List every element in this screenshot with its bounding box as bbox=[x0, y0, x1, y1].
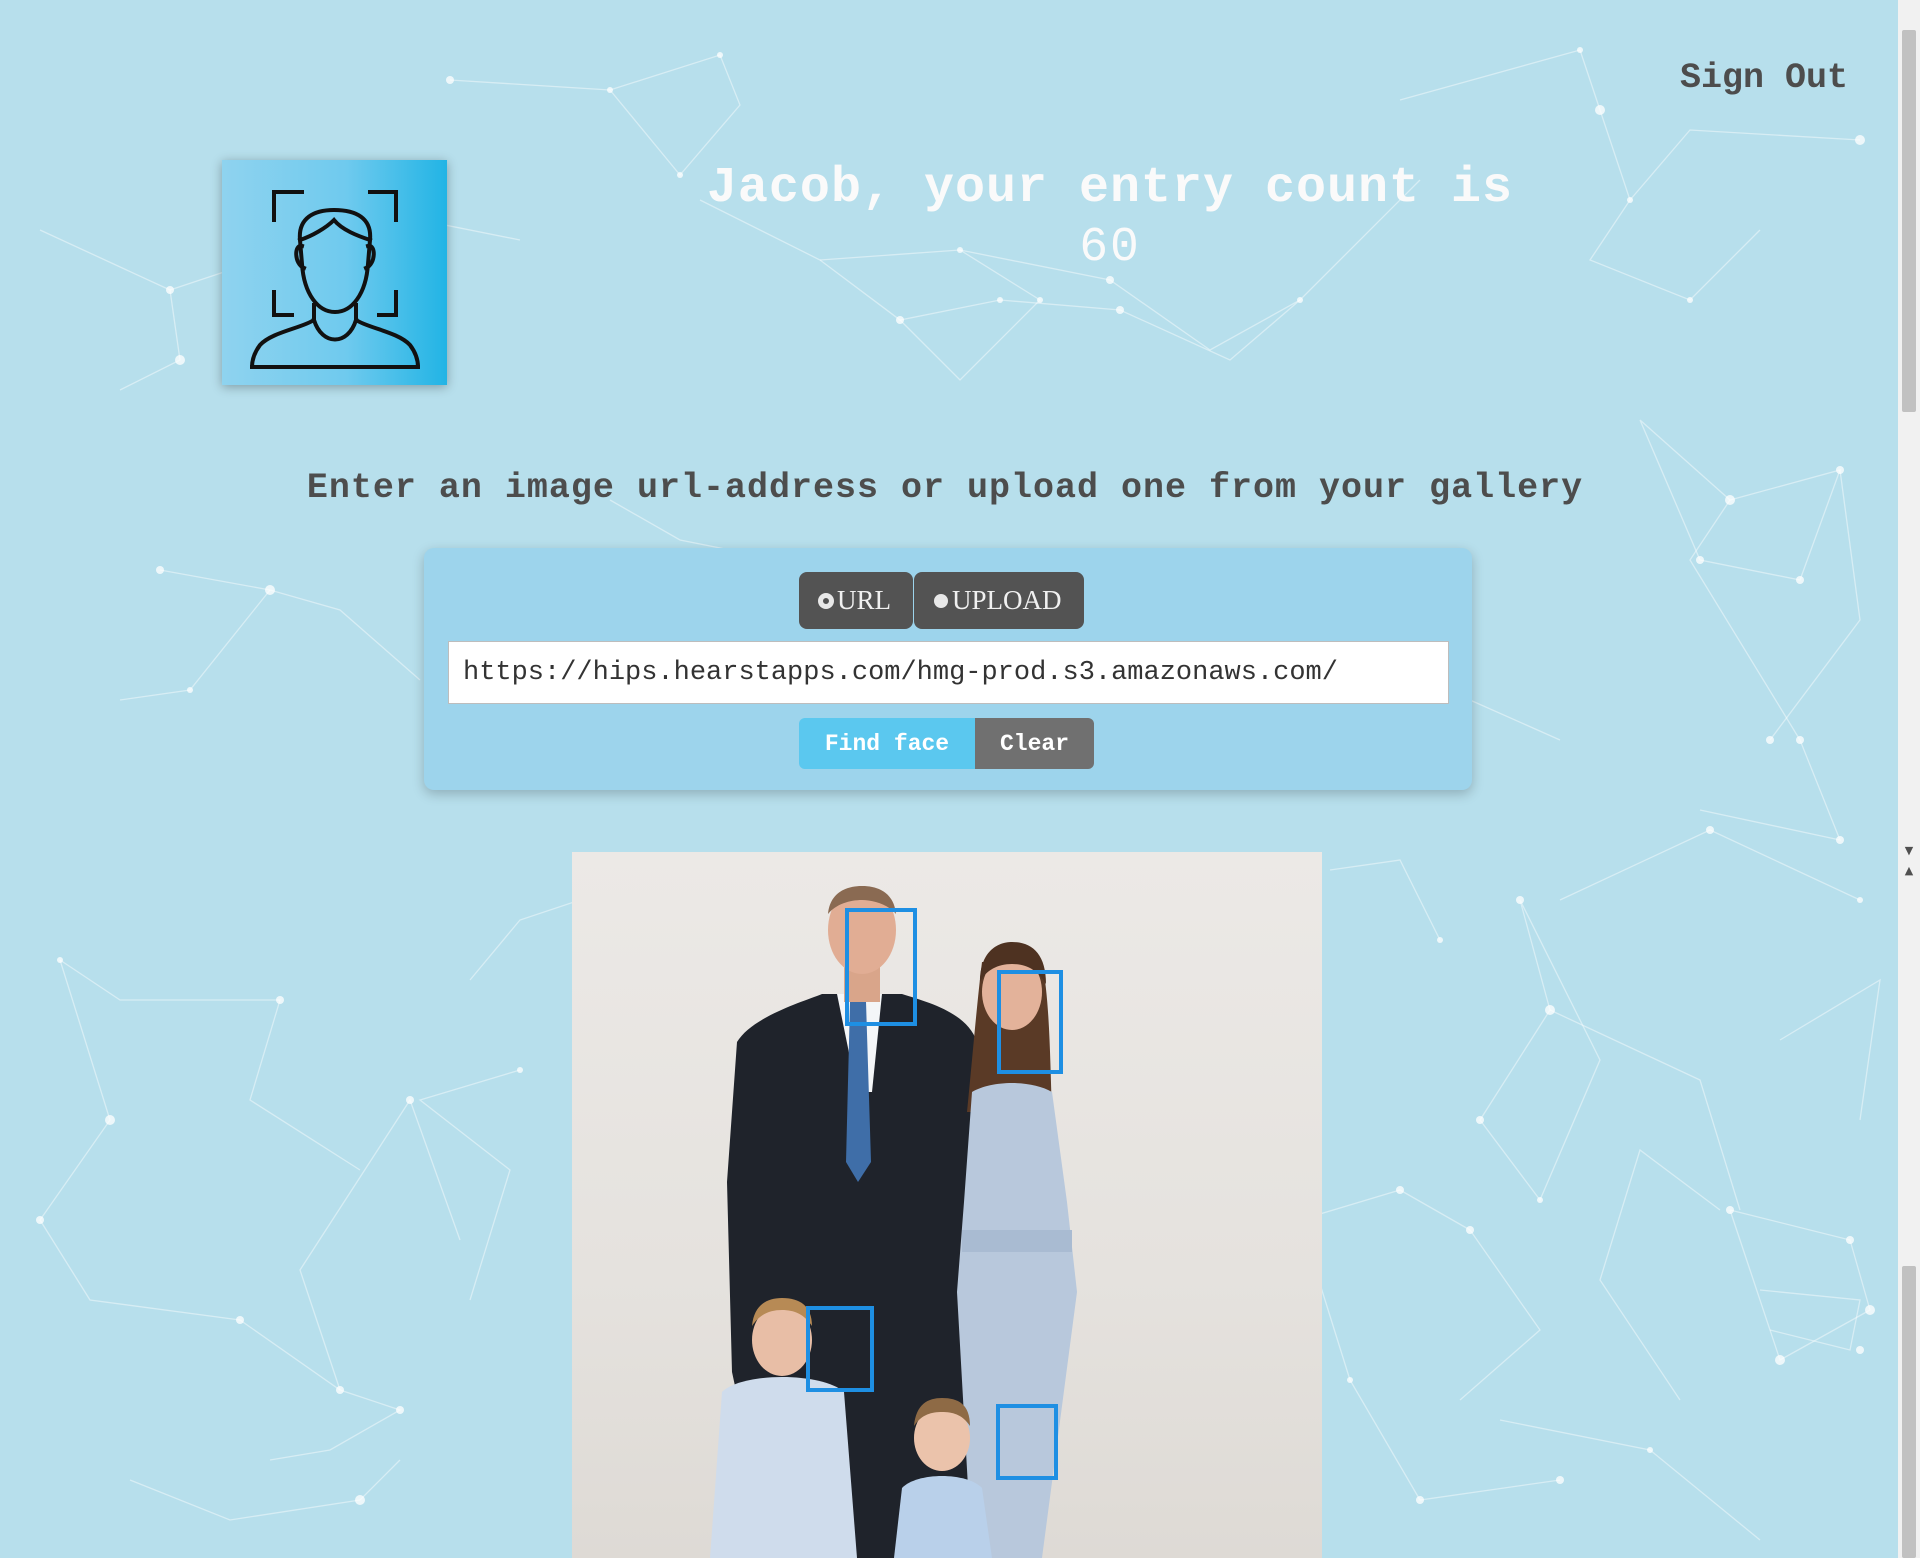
app-page: Sign Out Jacob, your entry count is 60 E… bbox=[0, 0, 1898, 1558]
entry-count: 60 bbox=[1079, 221, 1141, 275]
action-buttons: Find face Clear bbox=[799, 718, 1094, 769]
source-mode-toggle: URL UPLOAD bbox=[799, 572, 1084, 629]
scroll-down-arrow[interactable]: ▼ bbox=[1898, 842, 1920, 858]
sign-out-link[interactable]: Sign Out bbox=[1680, 58, 1848, 98]
radio-unchecked-icon[interactable] bbox=[934, 593, 948, 608]
clear-button[interactable]: Clear bbox=[975, 718, 1094, 769]
family-photo bbox=[710, 886, 1077, 1558]
mode-option-upload[interactable]: UPLOAD bbox=[914, 572, 1084, 629]
scrollbar-thumb[interactable] bbox=[1902, 1266, 1916, 1558]
face-detection-box bbox=[997, 970, 1063, 1074]
face-detection-box bbox=[845, 908, 917, 1026]
scrollbar-thumb[interactable] bbox=[1902, 30, 1916, 412]
find-face-button[interactable]: Find face bbox=[799, 718, 975, 769]
face-detection-box bbox=[996, 1404, 1058, 1480]
greeting: Jacob, your entry count is 60 bbox=[660, 160, 1560, 275]
face-scan-icon bbox=[222, 160, 447, 385]
instructions-heading: Enter an image url-address or upload one… bbox=[306, 468, 1584, 508]
greeting-message: Jacob, your entry count is bbox=[706, 160, 1514, 217]
result-image bbox=[572, 852, 1322, 1558]
scroll-up-arrow[interactable]: ▲ bbox=[1898, 862, 1920, 878]
mode-option-url[interactable]: URL bbox=[799, 572, 913, 629]
face-detection-box bbox=[806, 1306, 874, 1392]
page-scrollbar[interactable]: ▼ ▲ bbox=[1898, 0, 1920, 1558]
mode-option-label: UPLOAD bbox=[952, 585, 1062, 615]
mode-option-label: URL bbox=[837, 585, 891, 615]
radio-checked-icon[interactable] bbox=[819, 593, 833, 608]
image-input-panel: URL UPLOAD Find face Clear bbox=[424, 548, 1472, 790]
image-url-input[interactable] bbox=[448, 641, 1449, 704]
